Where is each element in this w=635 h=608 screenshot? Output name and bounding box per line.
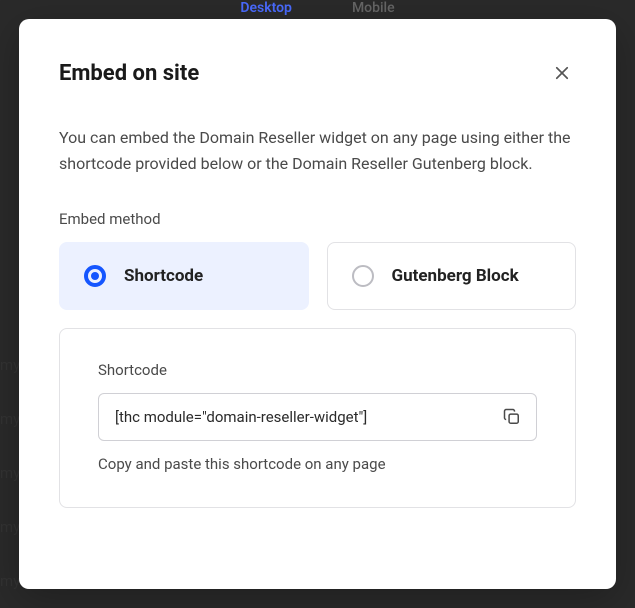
copy-button[interactable] bbox=[499, 404, 525, 430]
close-button[interactable] bbox=[548, 59, 576, 87]
modal-title: Embed on site bbox=[59, 61, 199, 86]
shortcode-hint: Copy and paste this shortcode on any pag… bbox=[98, 455, 537, 473]
copy-icon bbox=[502, 407, 522, 427]
device-tabs: Desktop Mobile bbox=[0, 0, 635, 16]
modal-description: You can embed the Domain Reseller widget… bbox=[59, 125, 576, 176]
modal-header: Embed on site bbox=[59, 59, 576, 87]
shortcode-title: Shortcode bbox=[98, 361, 537, 379]
option-shortcode[interactable]: Shortcode bbox=[59, 242, 309, 310]
embed-modal: Embed on site You can embed the Domain R… bbox=[19, 19, 616, 589]
option-shortcode-label: Shortcode bbox=[124, 266, 203, 286]
shortcode-input-wrap bbox=[98, 393, 537, 441]
embed-method-label: Embed method bbox=[59, 210, 576, 228]
shortcode-input[interactable] bbox=[98, 393, 537, 441]
option-gutenberg[interactable]: Gutenberg Block bbox=[327, 242, 577, 310]
close-icon bbox=[553, 64, 571, 82]
radio-icon bbox=[352, 265, 374, 287]
radio-icon bbox=[84, 265, 106, 287]
shortcode-panel: Shortcode Copy and paste this shortcode … bbox=[59, 328, 576, 508]
tab-mobile[interactable]: Mobile bbox=[352, 0, 395, 16]
tab-desktop[interactable]: Desktop bbox=[240, 0, 292, 16]
embed-method-options: Shortcode Gutenberg Block bbox=[59, 242, 576, 310]
option-gutenberg-label: Gutenberg Block bbox=[392, 266, 519, 286]
